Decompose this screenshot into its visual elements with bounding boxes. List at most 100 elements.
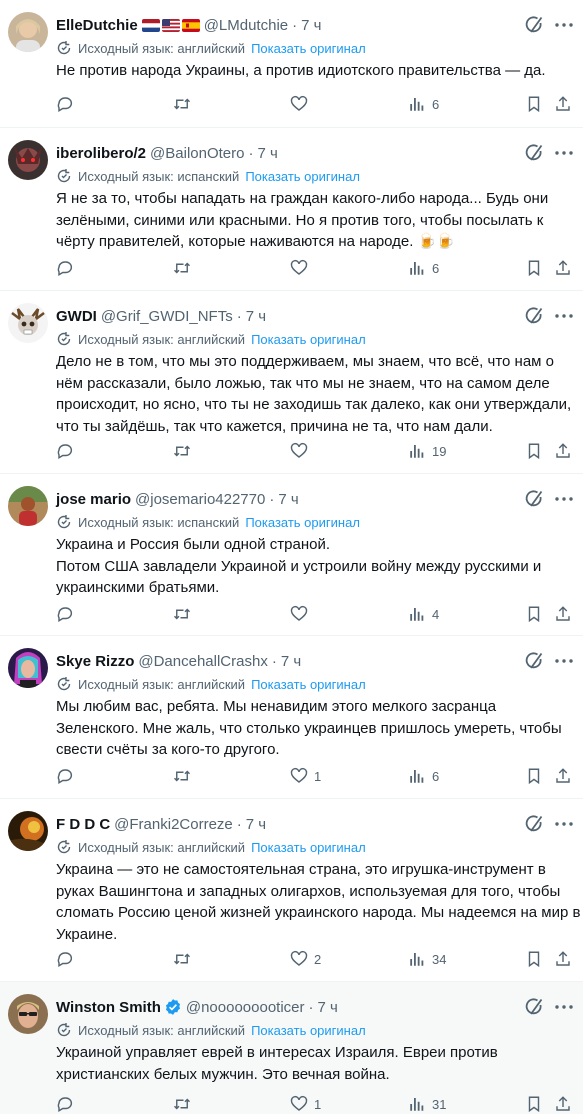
retweet-button[interactable] [173, 602, 191, 626]
timestamp[interactable]: 7 ч [318, 999, 338, 1016]
like-button[interactable] [290, 439, 308, 463]
tweet[interactable]: F D D C @Franki2Correze · 7 ч Исходный я… [0, 799, 583, 982]
timestamp[interactable]: 7 ч [246, 308, 266, 325]
reply-button[interactable] [56, 602, 74, 626]
show-original-link[interactable]: Показать оригинал [245, 169, 360, 184]
reply-button[interactable] [56, 1092, 74, 1114]
user-handle[interactable]: @LMdutchie [204, 17, 288, 34]
bookmark-button[interactable] [525, 947, 543, 971]
user-handle[interactable]: @BailonOtero [150, 145, 244, 162]
user-handle[interactable]: @josemario422770 [135, 491, 265, 508]
share-button[interactable] [554, 1092, 572, 1114]
views-button[interactable]: 6 [408, 92, 439, 116]
show-original-link[interactable]: Показать оригинал [251, 1023, 366, 1038]
tweet[interactable]: iberolibero/2 @BailonOtero · 7 ч Исходны… [0, 128, 583, 291]
views-icon [410, 770, 424, 783]
timestamp[interactable]: 7 ч [301, 17, 321, 34]
user-handle[interactable]: @Grif_GWDI_NFTs [101, 308, 233, 325]
avatar[interactable] [8, 648, 48, 688]
avatar[interactable] [8, 811, 48, 851]
grok-icon[interactable] [523, 996, 545, 1018]
retweet-button[interactable] [173, 92, 191, 116]
like-button[interactable] [290, 602, 308, 626]
more-options-icon[interactable] [553, 142, 575, 164]
retweet-button[interactable] [173, 947, 191, 971]
show-original-link[interactable]: Показать оригинал [251, 332, 366, 347]
retweet-button[interactable] [173, 1092, 191, 1114]
share-button[interactable] [554, 439, 572, 463]
reply-button[interactable] [56, 92, 74, 116]
show-original-link[interactable]: Показать оригинал [251, 677, 366, 692]
show-original-link[interactable]: Показать оригинал [251, 840, 366, 855]
show-original-link[interactable]: Показать оригинал [251, 41, 366, 56]
grok-icon[interactable] [523, 305, 545, 327]
more-options-icon[interactable] [553, 813, 575, 835]
user-handle[interactable]: @nooooooooticer [186, 999, 305, 1016]
avatar[interactable] [8, 486, 48, 526]
share-button[interactable] [554, 764, 572, 788]
share-button[interactable] [554, 92, 572, 116]
bookmark-button[interactable] [525, 92, 543, 116]
share-button[interactable] [554, 947, 572, 971]
display-name[interactable]: Skye Rizzo [56, 653, 134, 670]
like-button[interactable]: 2 [290, 947, 321, 971]
bookmark-button[interactable] [525, 439, 543, 463]
user-handle[interactable]: @DancehallCrashx [138, 653, 267, 670]
avatar[interactable] [8, 140, 48, 180]
grok-icon[interactable] [523, 14, 545, 36]
like-button[interactable]: 1 [290, 764, 321, 788]
retweet-button[interactable] [173, 439, 191, 463]
like-button[interactable] [290, 256, 308, 280]
share-button[interactable] [554, 256, 572, 280]
tweet-text: Не против народа Украины, а против идиот… [56, 62, 546, 79]
avatar[interactable] [8, 303, 48, 343]
user-handle[interactable]: @Franki2Correze [114, 816, 233, 833]
reply-button[interactable] [56, 256, 74, 280]
grok-icon[interactable] [523, 813, 545, 835]
retweet-button[interactable] [173, 256, 191, 280]
timestamp[interactable]: 7 ч [246, 816, 266, 833]
display-name[interactable]: Winston Smith [56, 999, 161, 1016]
display-name[interactable]: jose mario [56, 491, 131, 508]
tweet[interactable]: GWDI @Grif_GWDI_NFTs · 7 ч Исходный язык… [0, 291, 583, 474]
avatar[interactable] [8, 994, 48, 1034]
bookmark-button[interactable] [525, 256, 543, 280]
show-original-link[interactable]: Показать оригинал [245, 515, 360, 530]
like-button[interactable] [290, 92, 308, 116]
grok-icon[interactable] [523, 142, 545, 164]
views-button[interactable]: 6 [408, 764, 439, 788]
more-options-icon[interactable] [553, 305, 575, 327]
display-name[interactable]: ElleDutchie [56, 17, 138, 34]
views-button[interactable]: 34 [408, 947, 446, 971]
timestamp[interactable]: 7 ч [281, 653, 301, 670]
tweet[interactable]: ElleDutchie @LMdutchie · 7 ч Исходный яз… [0, 0, 583, 128]
bookmark-button[interactable] [525, 764, 543, 788]
reply-button[interactable] [56, 764, 74, 788]
grok-icon[interactable] [523, 488, 545, 510]
retweet-button[interactable] [173, 764, 191, 788]
more-options-icon[interactable] [553, 14, 575, 36]
views-button[interactable]: 6 [408, 256, 439, 280]
bookmark-button[interactable] [525, 1092, 543, 1114]
timestamp[interactable]: 7 ч [257, 145, 277, 162]
views-button[interactable]: 4 [408, 602, 439, 626]
reply-button[interactable] [56, 947, 74, 971]
views-button[interactable]: 31 [408, 1092, 446, 1114]
avatar[interactable] [8, 12, 48, 52]
like-button[interactable]: 1 [290, 1092, 321, 1114]
tweet[interactable]: Skye Rizzo @DancehallCrashx · 7 ч Исходн… [0, 636, 583, 799]
views-button[interactable]: 19 [408, 439, 446, 463]
bookmark-button[interactable] [525, 602, 543, 626]
tweet[interactable]: jose mario @josemario422770 · 7 ч Исходн… [0, 474, 583, 636]
display-name[interactable]: F D D C [56, 816, 110, 833]
reply-button[interactable] [56, 439, 74, 463]
display-name[interactable]: GWDI [56, 308, 97, 325]
grok-icon[interactable] [523, 650, 545, 672]
share-button[interactable] [554, 602, 572, 626]
more-options-icon[interactable] [553, 488, 575, 510]
timestamp[interactable]: 7 ч [278, 491, 298, 508]
more-options-icon[interactable] [553, 996, 575, 1018]
display-name[interactable]: iberolibero/2 [56, 145, 146, 162]
tweet[interactable]: Winston Smith @nooooooooticer · 7 ч Исхо… [0, 982, 583, 1114]
more-options-icon[interactable] [553, 650, 575, 672]
